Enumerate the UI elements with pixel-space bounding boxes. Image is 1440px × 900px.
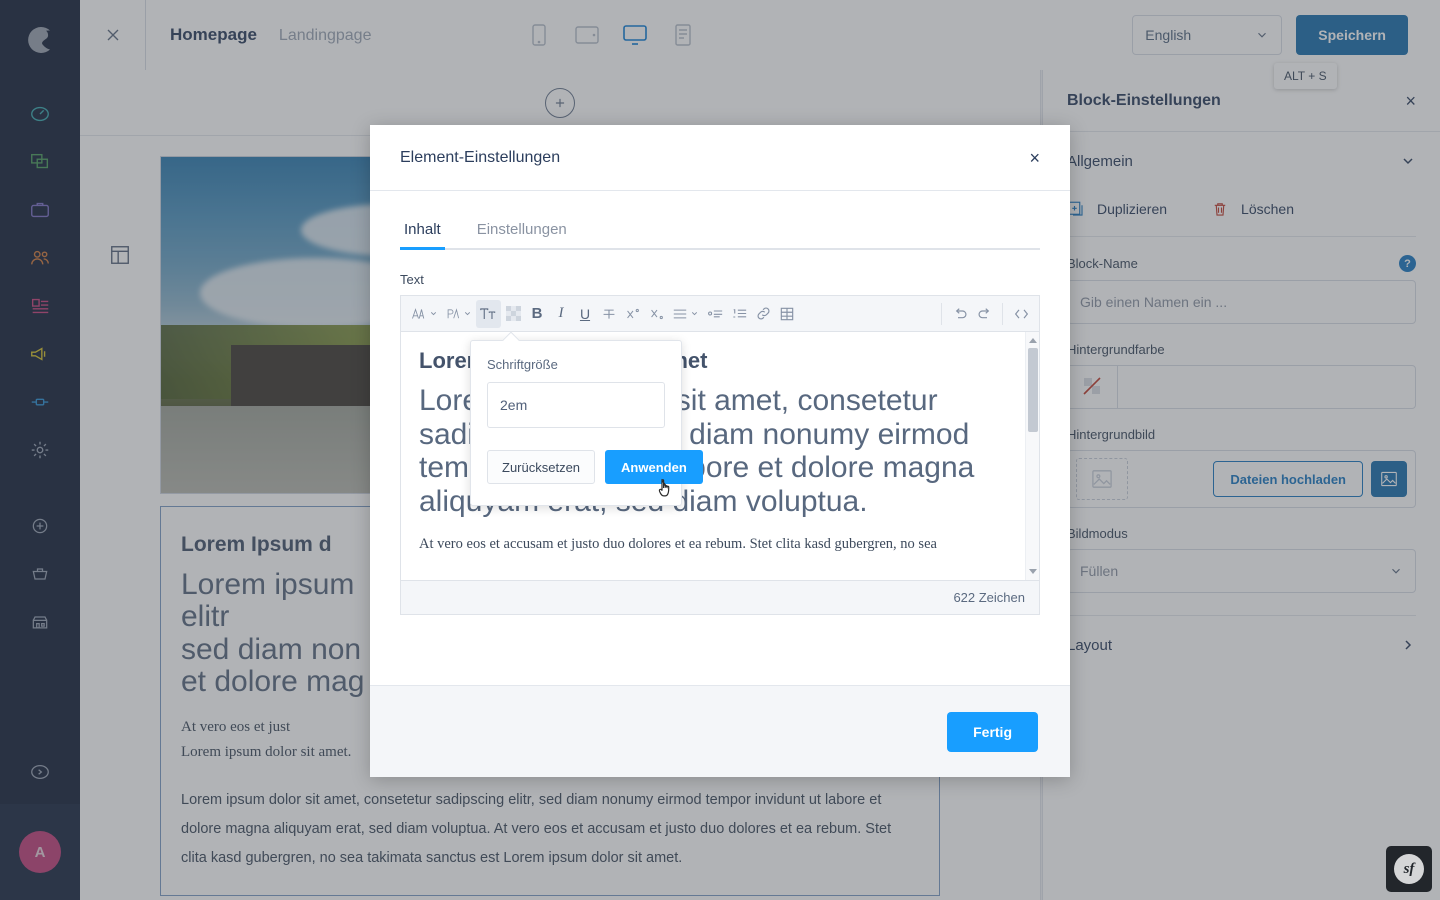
subscript-icon[interactable] bbox=[645, 300, 669, 328]
redo-icon[interactable] bbox=[972, 300, 996, 328]
tab-inhalt[interactable]: Inhalt bbox=[400, 221, 445, 250]
character-count: 622 Zeichen bbox=[953, 590, 1025, 605]
align-icon[interactable] bbox=[669, 300, 703, 328]
font-size-popover: Schriftgröße 2em Zurücksetzen Anwenden bbox=[470, 331, 703, 506]
table-icon[interactable] bbox=[775, 300, 799, 328]
toolbar-separator bbox=[941, 302, 942, 325]
modal-footer: Fertig bbox=[370, 685, 1070, 777]
close-modal-icon[interactable]: × bbox=[1029, 149, 1040, 167]
symfony-logo-icon: sf bbox=[1394, 854, 1424, 884]
modal-title: Element-Einstellungen bbox=[400, 148, 561, 166]
font-size-label: Schriftgröße bbox=[487, 357, 558, 372]
modal-header: Element-Einstellungen × bbox=[370, 125, 1070, 191]
editor-scrollbar-thumb[interactable] bbox=[1028, 348, 1038, 432]
editor-scroll-down-icon[interactable] bbox=[1029, 569, 1037, 574]
editor-scrollbar[interactable] bbox=[1025, 332, 1039, 580]
reset-button[interactable]: Zurücksetzen bbox=[487, 450, 596, 484]
undo-icon[interactable] bbox=[948, 300, 972, 328]
toolbar-separator-2 bbox=[1002, 302, 1003, 325]
italic-icon[interactable]: I bbox=[549, 300, 573, 328]
source-code-icon[interactable] bbox=[1009, 300, 1033, 328]
apply-button[interactable]: Anwenden bbox=[605, 450, 703, 484]
symfony-profiler-badge[interactable]: sf bbox=[1386, 846, 1432, 892]
font-weight-icon[interactable] bbox=[442, 300, 476, 328]
bullet-list-icon[interactable] bbox=[703, 300, 727, 328]
bold-icon[interactable]: B bbox=[525, 300, 549, 328]
editor-toolbar: B I U bbox=[401, 296, 1039, 332]
font-size-icon[interactable] bbox=[476, 299, 501, 328]
strikethrough-icon[interactable] bbox=[597, 300, 621, 328]
underline-icon[interactable]: U bbox=[573, 300, 597, 328]
numbered-list-icon[interactable] bbox=[727, 300, 751, 328]
editor-status-bar: 622 Zeichen bbox=[401, 580, 1039, 614]
editor-scroll-up-icon[interactable] bbox=[1029, 338, 1037, 343]
superscript-icon[interactable] bbox=[621, 300, 645, 328]
font-size-input[interactable]: 2em bbox=[487, 382, 665, 428]
modal-tabs: Inhalt Einstellungen bbox=[400, 221, 1040, 250]
app-root: A Homepage Landingpage English Speichern… bbox=[0, 0, 1440, 900]
tab-einstellungen[interactable]: Einstellungen bbox=[473, 221, 571, 248]
done-button[interactable]: Fertig bbox=[947, 711, 1038, 752]
font-family-icon[interactable] bbox=[407, 300, 442, 328]
text-field-label: Text bbox=[400, 272, 424, 287]
mouse-cursor bbox=[657, 476, 679, 507]
text-color-icon[interactable] bbox=[501, 300, 525, 328]
popover-buttons: Zurücksetzen Anwenden bbox=[487, 450, 703, 484]
editor-small-paragraph: At vero eos et accusam et justo duo dolo… bbox=[419, 536, 937, 553]
link-icon[interactable] bbox=[751, 300, 775, 328]
